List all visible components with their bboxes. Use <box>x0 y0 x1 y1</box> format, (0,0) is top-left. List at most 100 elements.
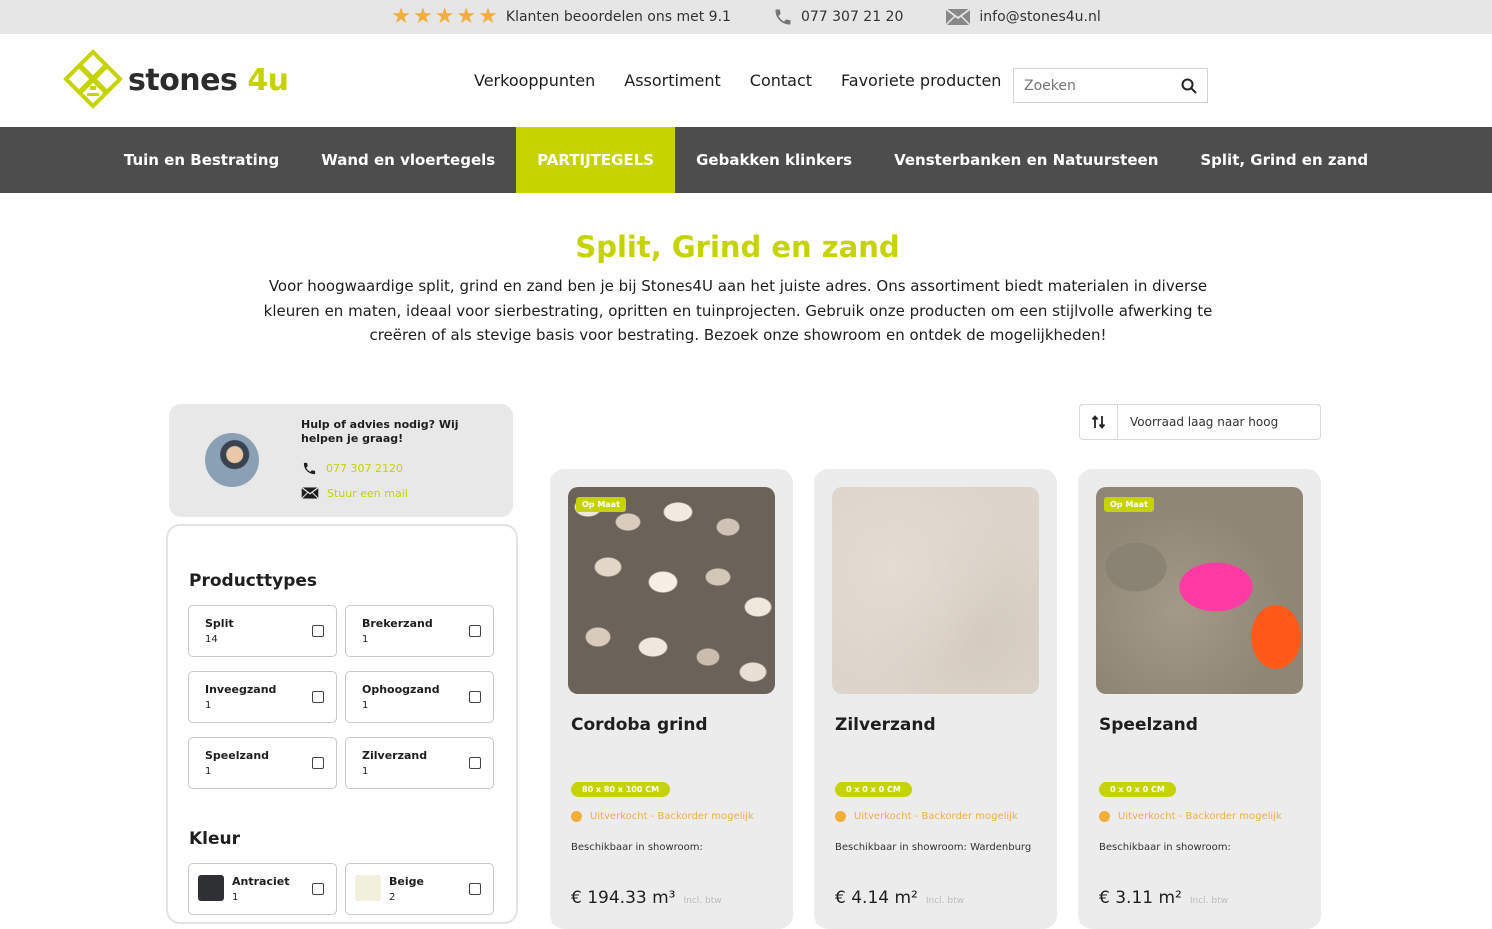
category-gebakken-klinkers[interactable]: Gebakken klinkers <box>675 127 873 193</box>
page-title: Split, Grind en zand <box>575 230 900 264</box>
product-size-badge: 80 x 80 x 100 CM <box>571 782 671 797</box>
filter-color-antraciet[interactable]: Antraciet 1 <box>188 863 337 915</box>
mail-icon <box>301 486 319 499</box>
logo[interactable]: stones 4u <box>62 48 289 112</box>
star-icon: ★ <box>478 4 498 29</box>
stock-dot-icon <box>571 811 582 822</box>
phone-icon <box>303 462 316 475</box>
stock-status: Uitverkocht - Backorder mogelijk <box>835 811 1018 822</box>
nav-assortiment[interactable]: Assortiment <box>624 71 721 90</box>
product-price: € 4.14 m² Incl. btw <box>835 888 964 908</box>
logo-mark-icon <box>63 49 123 109</box>
logo-text-accent: 4u <box>247 62 289 98</box>
filter-option-split[interactable]: Split 14 <box>188 605 337 657</box>
filter-checkbox[interactable] <box>312 757 324 769</box>
showroom-availability: Beschikbaar in showroom: <box>1099 842 1231 853</box>
sort-icon <box>1080 405 1118 439</box>
mail-icon <box>945 8 971 26</box>
op-maat-badge: Op Maat <box>576 497 626 512</box>
main-nav: Verkooppunten Assortiment Contact Favori… <box>474 71 1001 90</box>
price-value: € 194.33 m³ <box>571 888 676 908</box>
star-icon: ★ <box>434 4 455 29</box>
search-box <box>1013 68 1208 103</box>
filter-option-inveegzand[interactable]: Inveegzand 1 <box>188 671 337 723</box>
filter-checkbox[interactable] <box>469 691 481 703</box>
top-email-link[interactable]: info@stones4u.nl <box>945 8 1101 26</box>
filter-checkbox[interactable] <box>469 757 481 769</box>
stock-text: Uitverkocht - Backorder mogelijk <box>1118 811 1282 822</box>
filter-option-brekerzand[interactable]: Brekerzand 1 <box>345 605 494 657</box>
product-image[interactable] <box>832 487 1039 694</box>
product-card-cordoba-grind[interactable]: Op Maat Cordoba grind 80 x 80 x 100 CM U… <box>550 469 793 929</box>
stock-status: Uitverkocht - Backorder mogelijk <box>571 811 754 822</box>
filter-checkbox[interactable] <box>312 883 324 895</box>
product-card-zilverzand[interactable]: Zilverzand 0 x 0 x 0 CM Uitverkocht - Ba… <box>814 469 1057 929</box>
filter-option-label: Antraciet <box>232 875 290 888</box>
logo-text: stones 4u <box>128 63 289 98</box>
category-wand-en-vloertegels[interactable]: Wand en vloertegels <box>300 127 516 193</box>
filter-option-ophoogzand[interactable]: Ophoogzand 1 <box>345 671 494 723</box>
filter-option-label: Beige <box>389 875 424 888</box>
filter-option-count: 1 <box>362 700 369 711</box>
search-input[interactable] <box>1024 77 1174 94</box>
sort-select[interactable]: Voorraad laag naar hoog <box>1079 404 1321 440</box>
help-phone-link[interactable]: 077 307 2120 <box>301 461 403 476</box>
filter-option-count: 2 <box>389 892 396 903</box>
logo-text-main: stones <box>128 62 248 98</box>
filter-option-speelzand[interactable]: Speelzand 1 <box>188 737 337 789</box>
stock-status: Uitverkocht - Backorder mogelijk <box>1099 811 1282 822</box>
product-size-badge: 0 x 0 x 0 CM <box>1099 782 1176 797</box>
nav-contact[interactable]: Contact <box>750 71 812 90</box>
product-name[interactable]: Speelzand <box>1099 715 1198 735</box>
avatar <box>205 433 259 487</box>
product-price: € 194.33 m³ Incl. btw <box>571 888 722 908</box>
showroom-availability: Beschikbaar in showroom: <box>571 842 703 853</box>
product-name[interactable]: Cordoba grind <box>571 715 708 735</box>
help-mail-link[interactable]: Stuur een mail <box>301 486 408 500</box>
product-card-speelzand[interactable]: Op Maat Speelzand 0 x 0 x 0 CM Uitverkoc… <box>1078 469 1321 929</box>
filter-checkbox[interactable] <box>469 625 481 637</box>
filter-option-label: Speelzand <box>205 749 270 762</box>
product-image[interactable]: Op Maat <box>1096 487 1303 694</box>
filter-color-beige[interactable]: Beige 2 <box>345 863 494 915</box>
rating-text: Klanten beoordelen ons met 9.1 <box>505 9 731 25</box>
site-header: stones 4u Verkooppunten Assortiment Cont… <box>0 34 1492 127</box>
nav-favoriete-producten[interactable]: Favoriete producten <box>841 71 1001 90</box>
stock-dot-icon <box>1099 811 1110 822</box>
filter-option-zilverzand[interactable]: Zilverzand 1 <box>345 737 494 789</box>
filter-option-label: Brekerzand <box>362 617 433 630</box>
category-partijtegels[interactable]: PARTIJTEGELS <box>516 127 676 193</box>
product-image[interactable]: Op Maat <box>568 487 775 694</box>
category-split-grind-en-zand[interactable]: Split, Grind en zand <box>1179 127 1389 193</box>
star-icon: ★ <box>391 4 411 29</box>
filter-option-label: Inveegzand <box>205 683 277 696</box>
product-name[interactable]: Zilverzand <box>835 715 936 735</box>
help-title: Hulp of advies nodig? Wij helpen je graa… <box>301 418 459 445</box>
top-phone-link[interactable]: 077 307 21 20 <box>773 7 903 27</box>
filter-panel: Producttypes Split 14 Brekerzand 1 Invee… <box>166 524 518 924</box>
filter-option-count: 1 <box>362 766 369 777</box>
product-size-badge: 0 x 0 x 0 CM <box>835 782 912 797</box>
stock-text: Uitverkocht - Backorder mogelijk <box>854 811 1018 822</box>
sort-value: Voorraad laag naar hoog <box>1130 415 1279 429</box>
search-icon[interactable] <box>1181 78 1197 94</box>
rating-stars: ★ ★ ★ ★ ★ <box>391 6 498 28</box>
showroom-label: Beschikbaar in showroom: <box>835 842 967 853</box>
top-email-text: info@stones4u.nl <box>979 9 1101 25</box>
help-box: Hulp of advies nodig? Wij helpen je graa… <box>169 404 513 517</box>
filter-option-count: 14 <box>205 634 218 645</box>
category-tuin-en-bestrating[interactable]: Tuin en Bestrating <box>103 127 300 193</box>
nav-verkooppunten[interactable]: Verkooppunten <box>474 71 595 90</box>
color-swatch <box>198 875 224 901</box>
filter-title-producttypes: Producttypes <box>189 571 318 591</box>
filter-checkbox[interactable] <box>312 625 324 637</box>
filter-title-kleur: Kleur <box>189 829 241 849</box>
filter-checkbox[interactable] <box>312 691 324 703</box>
filter-checkbox[interactable] <box>469 883 481 895</box>
filter-option-count: 1 <box>232 892 239 903</box>
help-phone-text: 077 307 2120 <box>326 462 403 475</box>
showroom-label: Beschikbaar in showroom: <box>1099 842 1231 853</box>
category-vensterbanken-en-natuursteen[interactable]: Vensterbanken en Natuursteen <box>873 127 1179 193</box>
showroom-value: Wardenburg <box>970 842 1032 853</box>
rating: ★ ★ ★ ★ ★ Klanten beoordelen ons met 9.1 <box>391 6 731 28</box>
